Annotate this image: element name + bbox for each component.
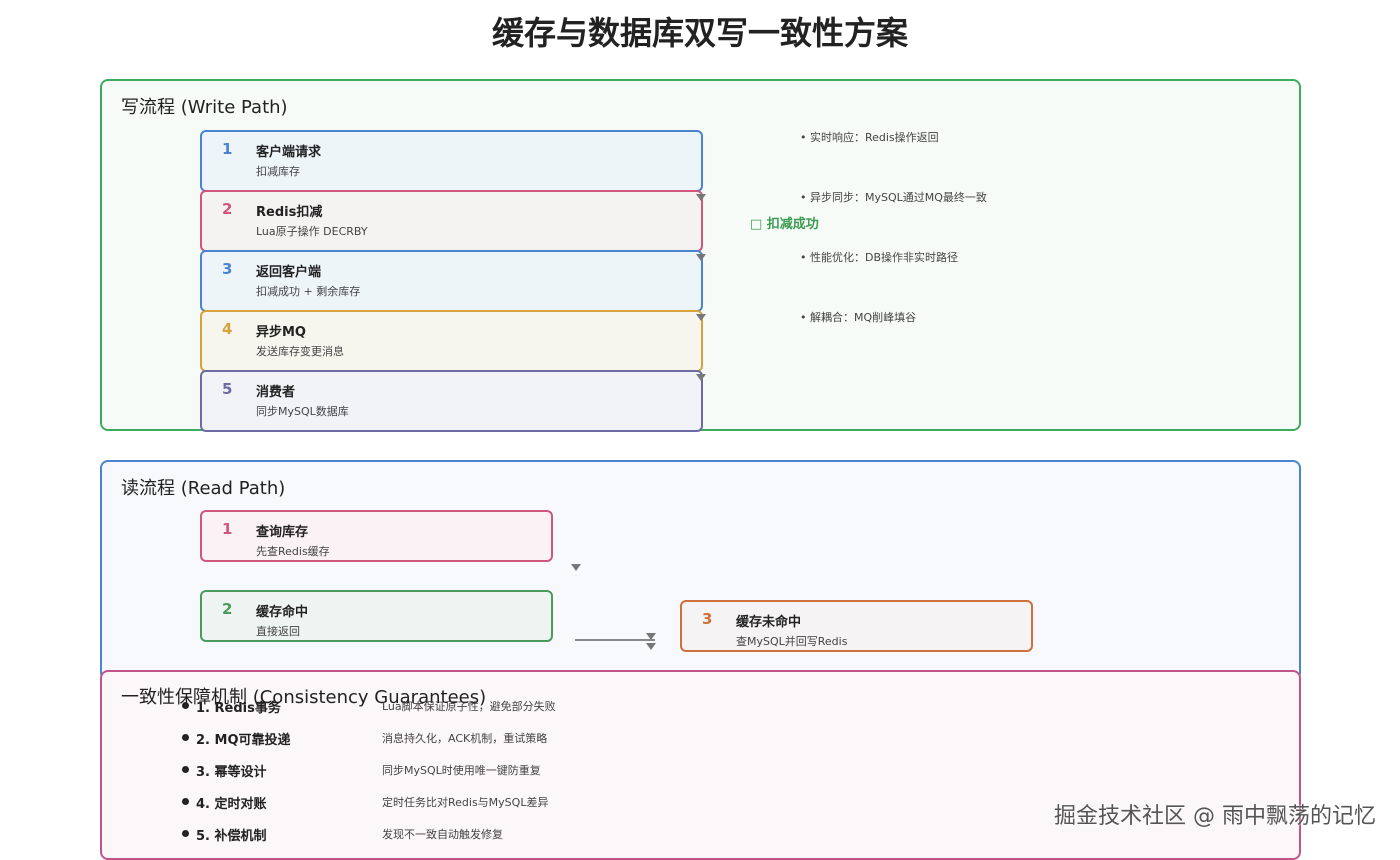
step-number: 1 (222, 140, 233, 158)
write-path-title: 写流程 (Write Path) (121, 97, 288, 118)
write-step-2: 2 Redis扣减 Lua原子操作 DECRBY (200, 190, 703, 252)
step-number: 5 (222, 380, 233, 398)
guarantee-name: 2. MQ可靠投递 (196, 733, 291, 748)
step-desc: 发送库存变更消息 (256, 345, 344, 358)
flow-arrow-icon (696, 254, 706, 261)
watermark: 掘金技术社区 @ 雨中飘荡的记忆 (1054, 804, 1376, 829)
guarantee-desc: 发现不一致自动触发修复 (382, 828, 503, 841)
read-path-panel: 读流程 (Read Path) 1 查询库存 先查Redis缓存 2 缓存命中 … (100, 460, 1301, 681)
step-desc: 直接返回 (256, 625, 300, 638)
write-note-4: • 解耦合：MQ削峰填谷 (800, 311, 917, 324)
write-path-panel: 写流程 (Write Path) 1 客户端请求 扣减库存 2 Redis扣减 … (100, 79, 1301, 432)
step-number: 2 (222, 200, 233, 218)
guarantee-desc: 消息持久化，ACK机制，重试策略 (382, 732, 548, 745)
guarantee-name: 5. 补偿机制 (196, 829, 267, 844)
flow-arrow-icon (571, 564, 581, 571)
flow-arrow-icon (646, 643, 656, 650)
bullet-icon (182, 798, 189, 805)
step-name: 缓存未命中 (736, 615, 802, 630)
guarantee-name: 3. 幂等设计 (196, 765, 267, 780)
write-step-1: 1 客户端请求 扣减库存 (200, 130, 703, 192)
step-number: 1 (222, 520, 233, 538)
deduct-success-label: □ 扣减成功 (750, 217, 819, 232)
guarantee-name: 1. Redis事务 (196, 701, 281, 716)
guarantee-desc: 同步MySQL时使用唯一键防重复 (382, 764, 541, 777)
guarantee-item-1: 1. Redis事务 Lua脚本保证原子性，避免部分失败 (102, 696, 1303, 716)
read-path-title: 读流程 (Read Path) (121, 478, 286, 499)
write-note-3: • 性能优化：DB操作非实时路径 (800, 251, 959, 264)
consistency-guarantees-panel: 一致性保障机制 (Consistency Guarantees) 1. Redi… (100, 670, 1301, 860)
step-name: 异步MQ (256, 325, 306, 340)
guarantee-name: 4. 定时对账 (196, 797, 267, 812)
read-step-3: 3 缓存未命中 查MySQL并回写Redis (680, 600, 1033, 652)
step-name: 查询库存 (256, 525, 309, 540)
step-number: 3 (702, 610, 713, 628)
step-name: 客户端请求 (256, 145, 322, 160)
flow-arrow-icon (696, 314, 706, 321)
guarantee-desc: Lua脚本保证原子性，避免部分失败 (382, 700, 556, 713)
step-name: 消费者 (256, 385, 296, 400)
guarantee-desc: 定时任务比对Redis与MySQL差异 (382, 796, 549, 809)
step-desc: 扣减库存 (256, 165, 300, 178)
step-desc: 查MySQL并回写Redis (736, 635, 848, 648)
step-number: 3 (222, 260, 233, 278)
flow-arrow-icon (696, 374, 706, 381)
step-desc: 扣减成功 + 剩余库存 (256, 285, 361, 298)
page-title: 缓存与数据库双写一致性方案 (491, 14, 908, 52)
bullet-icon (182, 734, 189, 741)
write-step-5: 5 消费者 同步MySQL数据库 (200, 370, 703, 432)
write-note-1: • 实时响应：Redis操作返回 (800, 131, 939, 144)
flow-arrow-icon (696, 194, 706, 201)
step-number: 4 (222, 320, 233, 338)
step-name: Redis扣减 (256, 205, 323, 220)
step-desc: Lua原子操作 DECRBY (256, 225, 368, 238)
write-step-4: 4 异步MQ 发送库存变更消息 (200, 310, 703, 372)
flow-arrow-icon (646, 633, 656, 640)
bullet-icon (182, 766, 189, 773)
bullet-icon (182, 830, 189, 837)
read-step-1: 1 查询库存 先查Redis缓存 (200, 510, 553, 562)
bullet-icon (182, 702, 189, 709)
step-name: 返回客户端 (256, 265, 322, 280)
read-step-2: 2 缓存命中 直接返回 (200, 590, 553, 642)
write-note-2: • 异步同步：MySQL通过MQ最终一致 (800, 191, 987, 204)
guarantee-item-3: 3. 幂等设计 同步MySQL时使用唯一键防重复 (102, 760, 1303, 780)
step-name: 缓存命中 (256, 605, 309, 620)
miss-connector-line (575, 639, 655, 641)
step-desc: 同步MySQL数据库 (256, 405, 349, 418)
step-number: 2 (222, 600, 233, 618)
step-desc: 先查Redis缓存 (256, 545, 330, 558)
guarantee-item-2: 2. MQ可靠投递 消息持久化，ACK机制，重试策略 (102, 728, 1303, 748)
write-step-3: 3 返回客户端 扣减成功 + 剩余库存 (200, 250, 703, 312)
